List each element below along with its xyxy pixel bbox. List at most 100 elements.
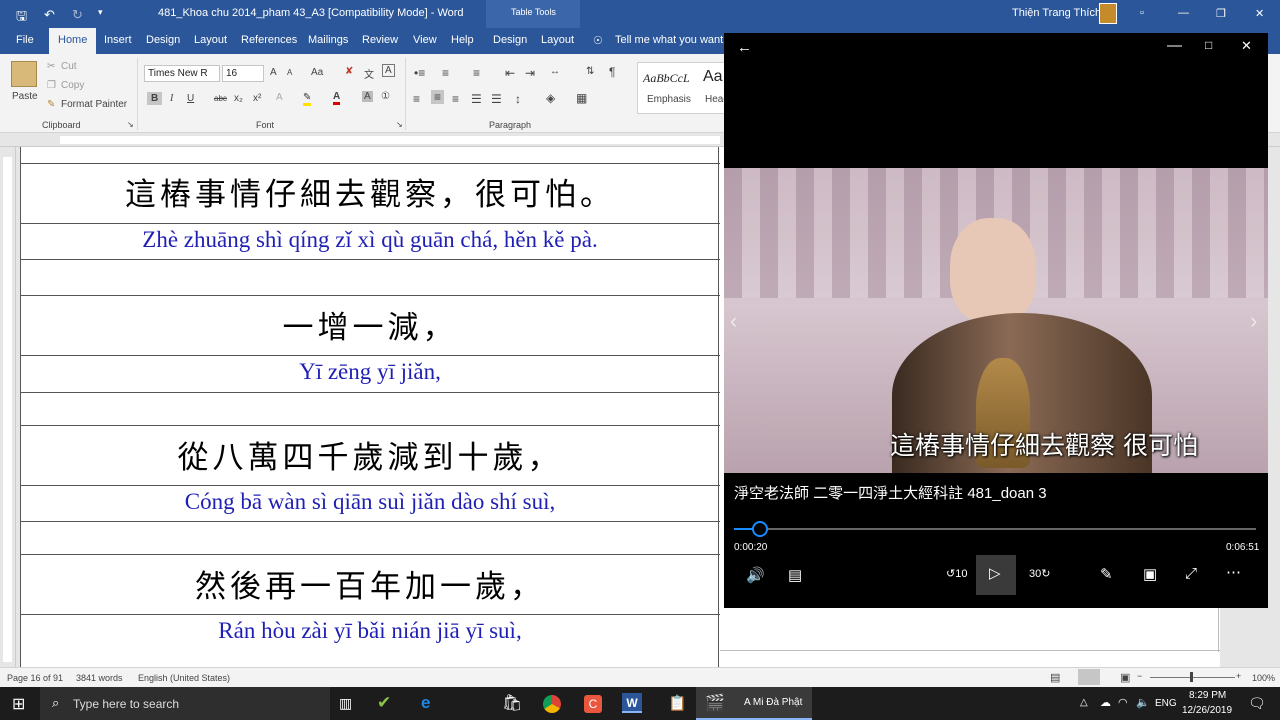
tab-insert[interactable]: Insert — [104, 34, 132, 46]
asian-layout-icon[interactable]: ↔ — [550, 66, 560, 77]
store-icon[interactable]: 🛍 — [502, 693, 522, 713]
seek-bar[interactable] — [734, 521, 1256, 537]
font-name-input[interactable]: Times New R — [144, 65, 220, 82]
avatar[interactable] — [1099, 3, 1117, 24]
tab-references[interactable]: References — [241, 34, 297, 46]
mini-view-icon[interactable]: ▣ — [1143, 565, 1157, 583]
increase-indent-icon[interactable]: ⇥ — [525, 66, 535, 80]
word-icon[interactable]: W — [622, 693, 642, 713]
language-indicator[interactable]: English (United States) — [138, 673, 230, 683]
input-language[interactable]: ENG — [1155, 698, 1177, 709]
word-count[interactable]: 3841 words — [76, 673, 123, 683]
fullscreen-icon[interactable]: ⤢ — [1185, 565, 1197, 582]
format-painter-icon[interactable]: ✎ — [47, 99, 55, 110]
skip-forward-icon[interactable]: 30↻ — [1029, 567, 1050, 580]
tab-help[interactable]: Help — [451, 34, 474, 46]
shading-icon[interactable]: ◈ — [546, 91, 555, 105]
tab-layout[interactable]: Layout — [194, 34, 227, 46]
print-layout-icon[interactable] — [1078, 669, 1100, 685]
previous-icon[interactable]: ‹ — [730, 308, 737, 334]
font-launcher-icon[interactable]: ↘ — [396, 120, 403, 129]
zoom-in-icon[interactable]: + — [1236, 671, 1241, 681]
character-border-icon[interactable]: A — [382, 64, 395, 77]
tell-me-input[interactable]: Tell me what you want to — [615, 34, 735, 46]
copy-button[interactable]: Copy — [61, 80, 84, 91]
change-case-icon[interactable]: Aa — [311, 67, 323, 78]
edge-icon[interactable]: e — [421, 693, 430, 713]
minimize-icon[interactable]: — — [1167, 37, 1182, 54]
style-emphasis-label[interactable]: Emphasis — [647, 94, 691, 105]
volume-icon[interactable]: 🔊 — [746, 566, 765, 584]
borders-icon[interactable]: ▦ — [576, 91, 587, 105]
paste-button[interactable]: Paste — [12, 91, 38, 102]
clear-formatting-icon[interactable]: ✘ — [345, 66, 353, 77]
highlight-icon[interactable]: ✎ — [303, 92, 312, 106]
tab-review[interactable]: Review — [362, 34, 398, 46]
italic-button[interactable]: I — [170, 93, 173, 104]
underline-button[interactable]: U — [187, 93, 194, 104]
strikethrough-button[interactable]: abc — [214, 94, 227, 103]
bold-button[interactable]: B — [147, 92, 163, 105]
clock-date[interactable]: 12/26/2019 — [1182, 705, 1232, 716]
web-layout-icon[interactable]: ▣ — [1120, 671, 1130, 684]
skip-back-icon[interactable]: ↺10 — [946, 567, 967, 580]
save-icon[interactable]: 🖫 — [16, 7, 27, 29]
paste-icon[interactable] — [11, 61, 37, 87]
next-icon[interactable]: › — [1250, 308, 1257, 334]
font-color-icon[interactable]: A — [333, 91, 341, 105]
volume-icon[interactable]: 🔈 — [1136, 696, 1150, 709]
clock-time[interactable]: 8:29 PM — [1189, 690, 1226, 701]
tab-mailings[interactable]: Mailings — [308, 34, 348, 46]
format-painter-button[interactable]: Format Painter — [61, 99, 127, 110]
search-box[interactable]: ⌕ Type here to search — [40, 687, 330, 720]
enclose-characters-icon[interactable]: ① — [381, 91, 390, 102]
camtasia-icon[interactable]: C — [584, 695, 602, 713]
subtitles-icon[interactable]: ▤ — [788, 566, 802, 584]
back-arrow-icon[interactable]: ← — [737, 39, 752, 56]
page-count[interactable]: Page 16 of 91 — [7, 673, 63, 683]
grow-font-icon[interactable]: A — [270, 67, 277, 78]
sort-icon[interactable]: ⇅ — [586, 66, 594, 77]
redo-icon[interactable]: ↻ — [72, 7, 83, 23]
wifi-icon[interactable]: ◠ — [1118, 696, 1128, 709]
phonetic-guide-icon[interactable]: 文 — [364, 66, 374, 81]
ribbon-display-icon[interactable]: ▫ — [1140, 7, 1144, 19]
people-icon[interactable]: △ — [1080, 697, 1088, 708]
customize-quick-access-icon[interactable]: ▾ — [98, 7, 103, 18]
vertical-ruler[interactable] — [0, 147, 16, 667]
notifications-icon[interactable]: 🗨 — [1248, 695, 1266, 712]
cut-icon[interactable]: ✂ — [47, 61, 55, 72]
character-shading-icon[interactable]: A — [362, 91, 373, 102]
windows-start-icon[interactable]: ⊞ — [12, 694, 25, 714]
copy-icon[interactable]: ❐ — [47, 80, 56, 91]
close-icon[interactable]: ✕ — [1241, 38, 1252, 54]
video-frame[interactable]: ‹ › 這樁事情仔細去觀察 很可怕 — [724, 168, 1268, 473]
close-icon[interactable]: ✕ — [1255, 7, 1264, 20]
superscript-button[interactable]: x² — [253, 93, 261, 104]
restore-icon[interactable]: ❐ — [1216, 7, 1226, 20]
align-right-icon[interactable]: ≡ — [452, 92, 459, 106]
text-effects-icon[interactable]: A — [276, 92, 283, 103]
clipboard-app-icon[interactable]: 📋 — [668, 694, 687, 712]
chrome-icon[interactable] — [543, 695, 561, 713]
more-options-icon[interactable]: ⋯ — [1226, 563, 1241, 581]
multilevel-list-icon[interactable]: ≡ — [473, 66, 480, 80]
font-size-input[interactable]: 16 — [222, 65, 264, 82]
tab-file[interactable]: File — [16, 34, 34, 46]
edit-pencil-icon[interactable]: ✎ — [1100, 565, 1113, 583]
minimize-icon[interactable]: — — [1178, 7, 1189, 19]
clipboard-launcher-icon[interactable]: ↘ — [127, 120, 134, 129]
zoom-level[interactable]: 100% — [1252, 673, 1275, 683]
zoom-out-icon[interactable]: − — [1137, 671, 1142, 681]
show-marks-icon[interactable]: ¶ — [609, 65, 615, 79]
bullets-icon[interactable]: •≡ — [414, 66, 425, 80]
styles-gallery[interactable]: AaBbCcL Emphasis Aa Head — [637, 62, 729, 114]
undo-icon[interactable]: ↶ — [44, 7, 55, 23]
maximize-icon[interactable]: □ — [1205, 38, 1212, 52]
tab-table-layout[interactable]: Layout — [541, 34, 574, 46]
decrease-indent-icon[interactable]: ⇤ — [505, 66, 515, 80]
onedrive-icon[interactable]: ☁ — [1100, 696, 1111, 709]
zoom-slider-thumb[interactable] — [1190, 672, 1193, 682]
shrink-font-icon[interactable]: A — [287, 68, 292, 77]
checkmark-app-icon[interactable]: ✔ — [377, 693, 391, 713]
